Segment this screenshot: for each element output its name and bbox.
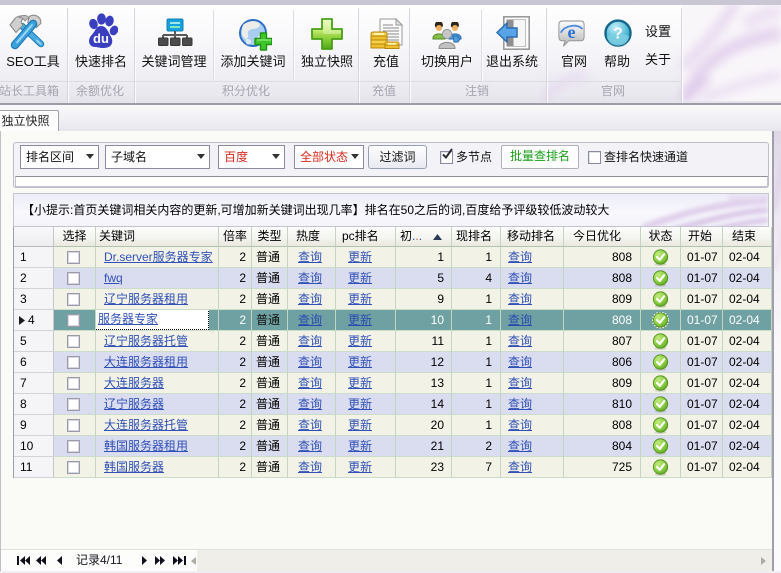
svg-text:du: du: [93, 31, 109, 46]
svg-text:?: ?: [613, 26, 623, 43]
